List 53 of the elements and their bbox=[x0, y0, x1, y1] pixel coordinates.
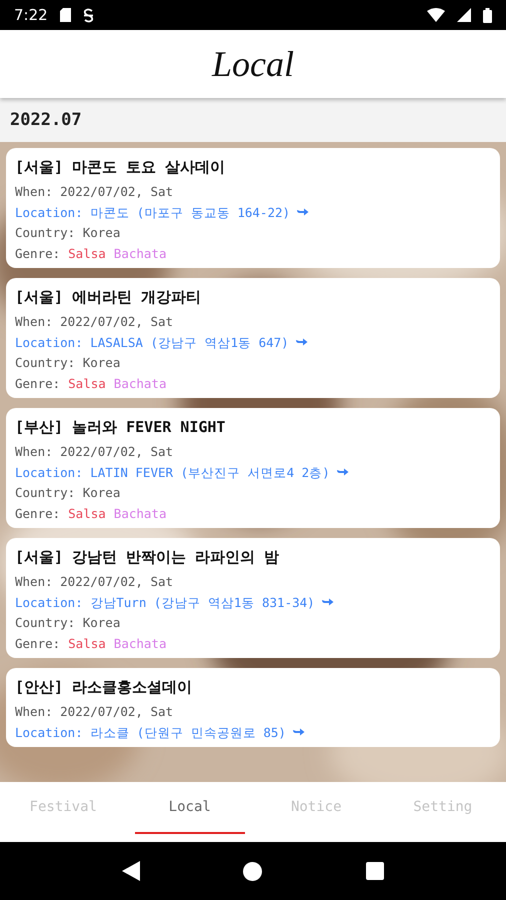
nav-tab[interactable]: Local bbox=[134, 782, 245, 834]
genre-tag: Bachata bbox=[114, 504, 166, 522]
event-title: [안산] 라소클홍소셜데이 bbox=[15, 677, 194, 698]
event-date: When: 2022/07/02, Sat bbox=[15, 183, 174, 200]
event-location-link[interactable]: Location: 라소클 (단원구 민속공원로 85) bbox=[15, 724, 286, 741]
genre-label: Genre: bbox=[15, 634, 60, 652]
event-title: [서울] 마콘도 토요 살사데이 bbox=[15, 157, 226, 178]
signal-icon bbox=[457, 8, 471, 22]
genre-tag: Bachata bbox=[114, 634, 166, 652]
arrow-icon[interactable] bbox=[294, 338, 308, 346]
genre-tag: Bachata bbox=[114, 244, 166, 262]
arrow-icon[interactable] bbox=[336, 468, 349, 476]
arrow-icon[interactable] bbox=[292, 728, 305, 736]
recents-icon[interactable] bbox=[366, 862, 384, 880]
genre-tag: Salsa bbox=[68, 504, 106, 522]
event-country: Country: Korea bbox=[15, 354, 122, 372]
event-title: [서울] 강남턴 반짝이는 라파인의 밤 bbox=[15, 547, 280, 568]
genre-label: Genre: bbox=[15, 504, 60, 522]
sd-card-icon bbox=[60, 8, 71, 22]
genre-label: Genre: bbox=[15, 244, 60, 262]
genre-tag: Salsa bbox=[68, 634, 106, 652]
event-title: [부산] 놀러와 FEVER NIGHT bbox=[15, 417, 226, 438]
genre-tag: Salsa bbox=[68, 244, 106, 262]
status-time: 7:22 bbox=[14, 6, 48, 24]
event-card[interactable]: [서울] 강남턴 반짝이는 라파인의 밤 When: 2022/07/02, Sat Location: 강남Turn (강남구 역삼1동 831-34) Country: Korea Genre: Salsa Bachata bbox=[6, 538, 500, 658]
event-card[interactable]: [서울] 에버라틴 개강파티 When: 2022/07/02, Sat Location: LASALSA (강남구 역삼1동 647) Country: Korea Genre: Salsa Bachata bbox=[6, 278, 500, 398]
s-icon bbox=[82, 8, 94, 22]
event-location-link[interactable]: Location: 마콘도 (마포구 동교동 164-22) bbox=[15, 204, 290, 221]
battery-icon bbox=[483, 8, 492, 22]
arrow-icon[interactable] bbox=[320, 598, 334, 606]
event-date: When: 2022/07/02, Sat bbox=[15, 313, 174, 330]
arrow-icon[interactable] bbox=[296, 208, 310, 216]
month-heading: 2022.07 bbox=[0, 98, 506, 142]
event-date: When: 2022/07/02, Sat bbox=[15, 703, 174, 720]
genre-label: Genre: bbox=[15, 374, 60, 392]
event-location-link[interactable]: Location: LASALSA (강남구 역삼1동 647) bbox=[15, 334, 289, 351]
event-country: Country: Korea bbox=[15, 484, 122, 502]
event-location-link[interactable]: Location: LATIN FEVER (부산진구 서면로4 2층) bbox=[15, 464, 330, 481]
event-date: When: 2022/07/02, Sat bbox=[15, 443, 174, 460]
genre-tag: Bachata bbox=[114, 374, 166, 392]
genre-tag: Salsa bbox=[68, 374, 106, 392]
event-card[interactable]: [서울] 마콘도 토요 살사데이 When: 2022/07/02, Sat Location: 마콘도 (마포구 동교동 164-22) Country: Korea Genre: Salsa Bachata bbox=[6, 148, 500, 268]
event-card[interactable]: [안산] 라소클홍소셜데이 When: 2022/07/02, Sat Location: 라소클 (단원구 민속공원로 85) bbox=[6, 668, 500, 747]
event-location-link[interactable]: Location: 강남Turn (강남구 역삼1동 831-34) bbox=[15, 594, 315, 611]
app-title: Local bbox=[212, 43, 294, 85]
back-icon[interactable] bbox=[122, 861, 140, 881]
event-card[interactable]: [부산] 놀러와 FEVER NIGHT When: 2022/07/02, Sat Location: LATIN FEVER (부산진구 서면로4 2층) Country: Korea Genre: Salsa Bachata bbox=[6, 408, 500, 528]
event-country: Country: Korea bbox=[15, 614, 122, 632]
wifi-icon bbox=[427, 8, 445, 22]
home-icon[interactable] bbox=[243, 862, 262, 880]
event-country: Country: Korea bbox=[15, 224, 122, 242]
event-title: [서울] 에버라틴 개강파티 bbox=[15, 287, 202, 308]
event-date: When: 2022/07/02, Sat bbox=[15, 573, 174, 590]
